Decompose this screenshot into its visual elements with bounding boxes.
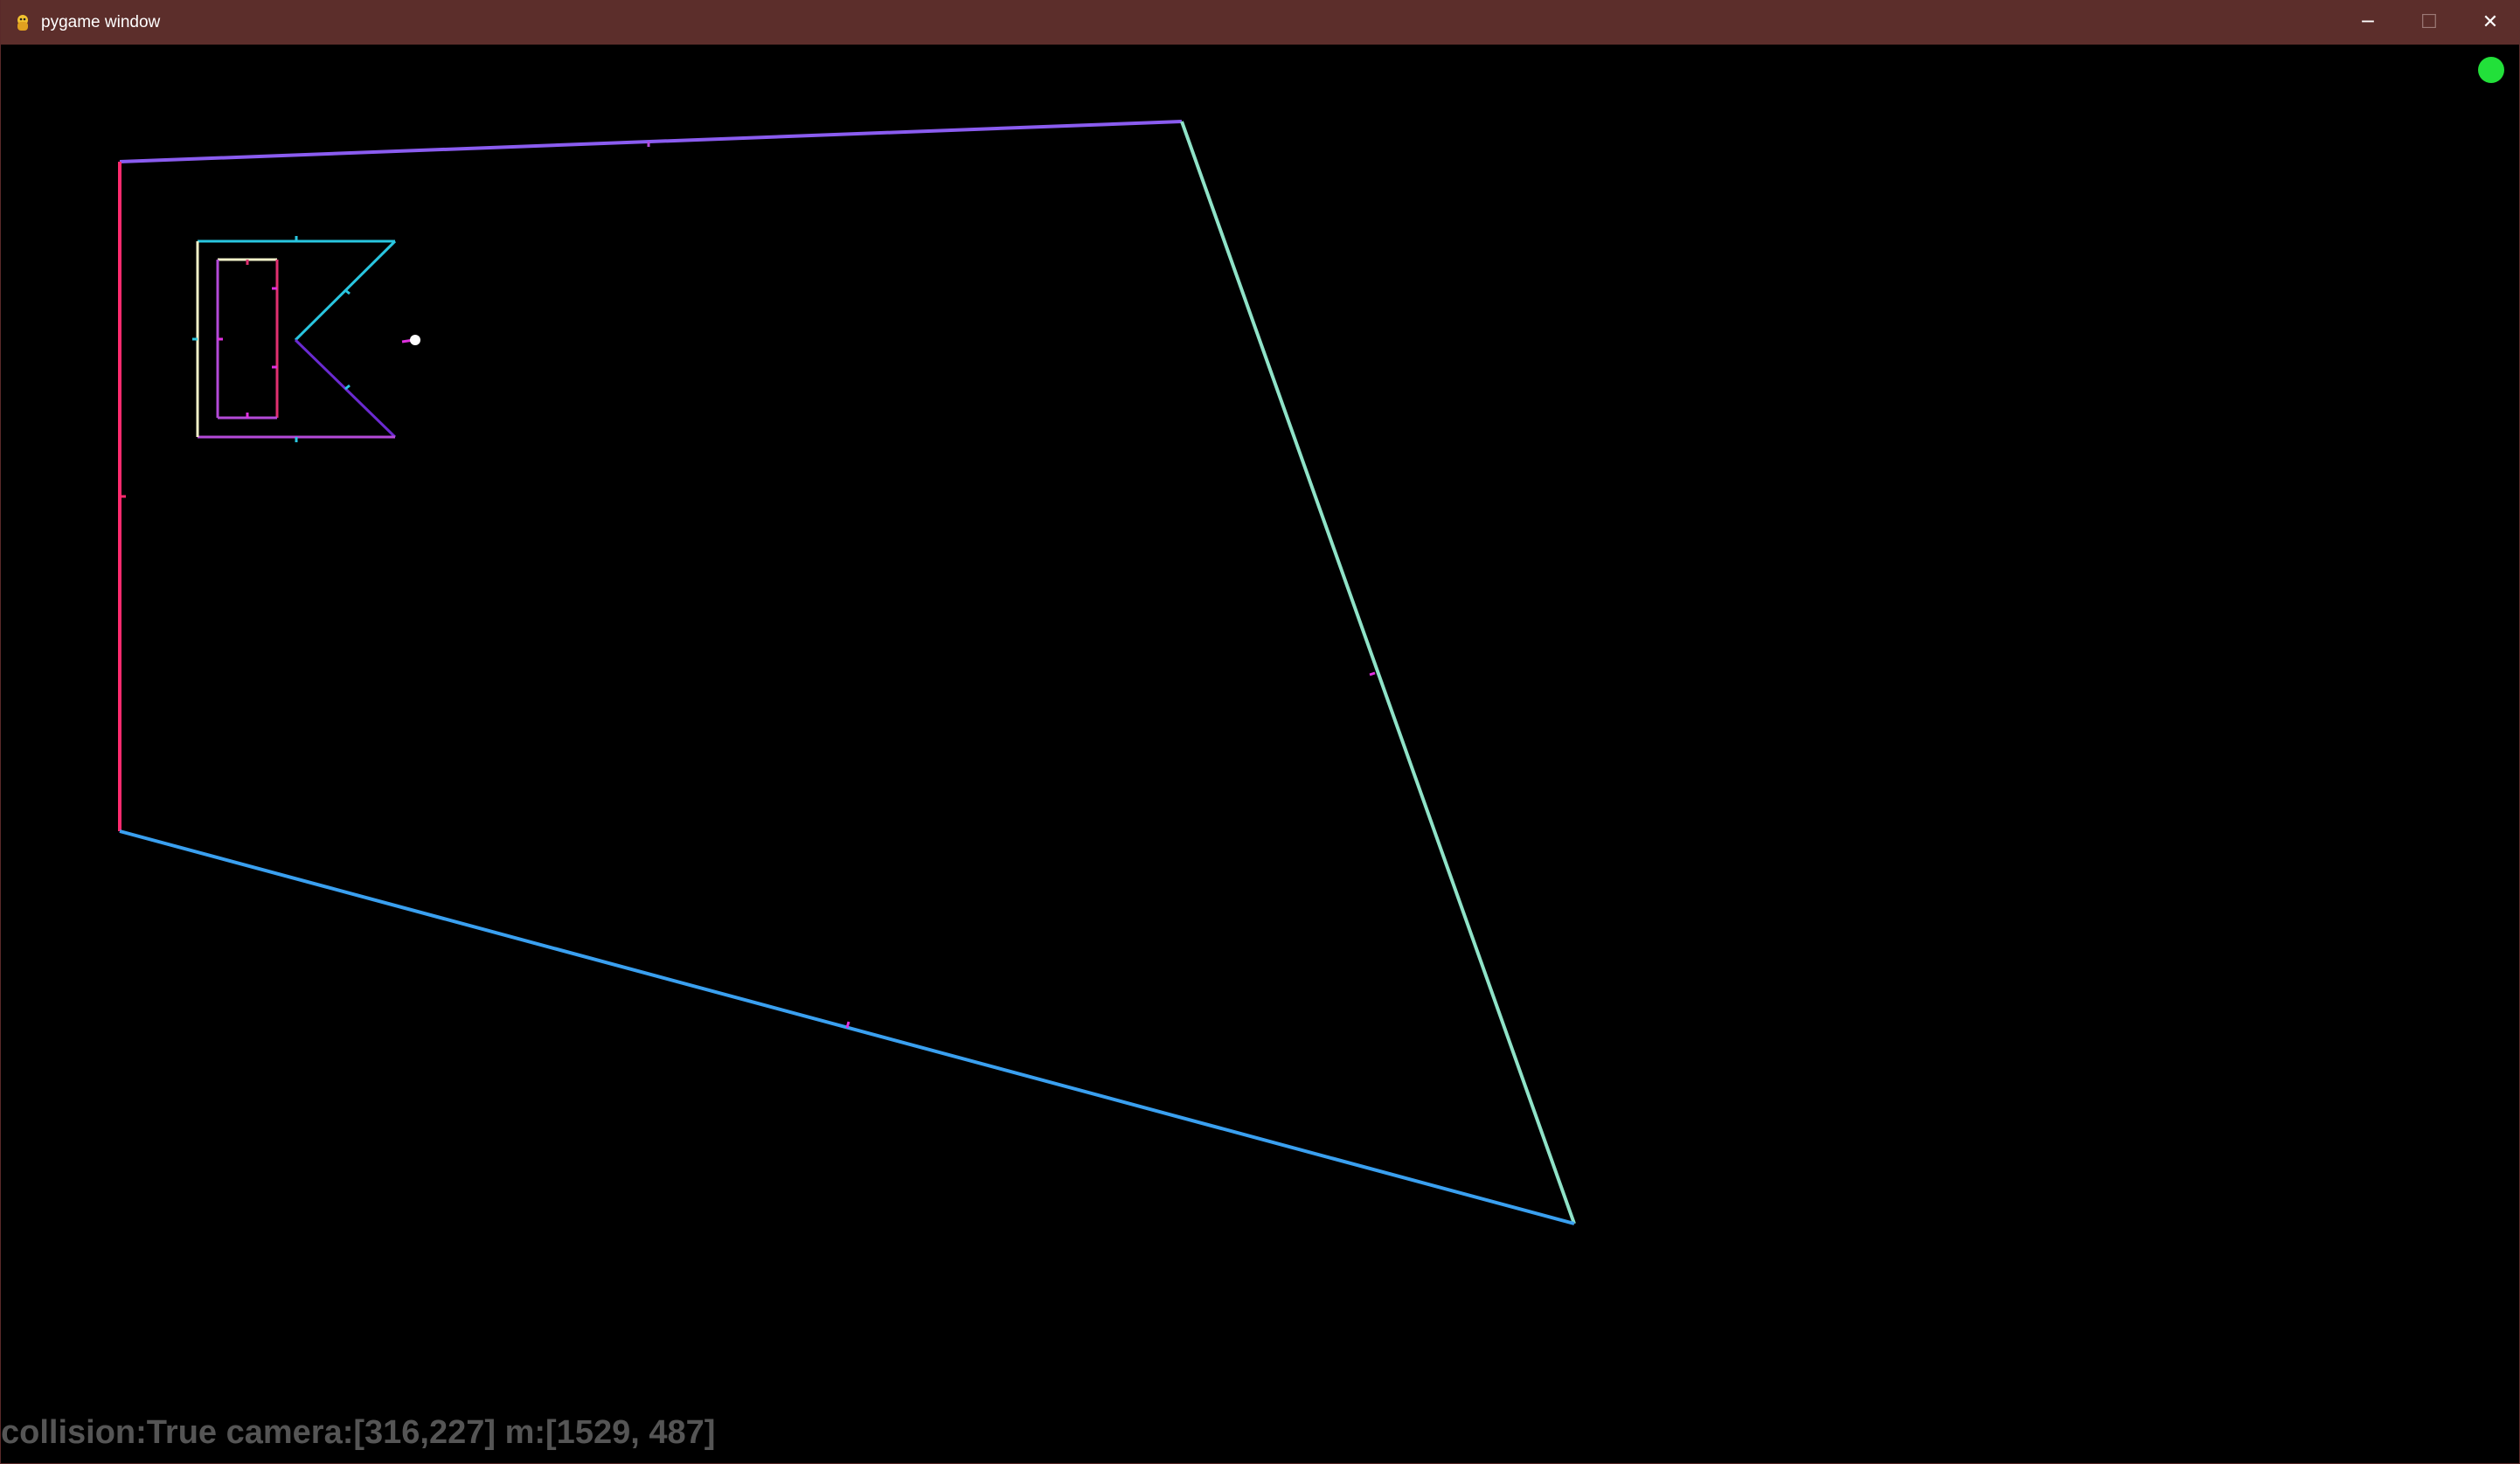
status-indicator (2478, 57, 2504, 83)
outer-wall-right (1180, 121, 1576, 1225)
title-bar[interactable]: pygame window ─ ☐ ✕ (1, 0, 2520, 45)
wall-normal-tick (344, 384, 351, 391)
wall-normal-tick (344, 288, 351, 295)
maximize-button[interactable]: ☐ (2399, 0, 2460, 45)
wall-normal-tick (845, 1021, 850, 1029)
player (410, 335, 420, 345)
close-button[interactable]: ✕ (2460, 0, 2520, 45)
wall-normal-tick (1369, 671, 1376, 676)
debug-status-text: collision:True camera:[316,227] m:[1529,… (1, 1414, 716, 1451)
game-canvas[interactable] (1, 45, 2520, 1464)
window-title: pygame window (41, 12, 161, 31)
minimize-button[interactable]: ─ (2337, 0, 2399, 45)
window-controls: ─ ☐ ✕ (2337, 0, 2520, 45)
pygame-window: pygame window ─ ☐ ✕ collision:True camer… (0, 0, 2520, 1464)
pygame-snake-icon (17, 14, 28, 31)
outer-wall-top (119, 120, 1183, 163)
